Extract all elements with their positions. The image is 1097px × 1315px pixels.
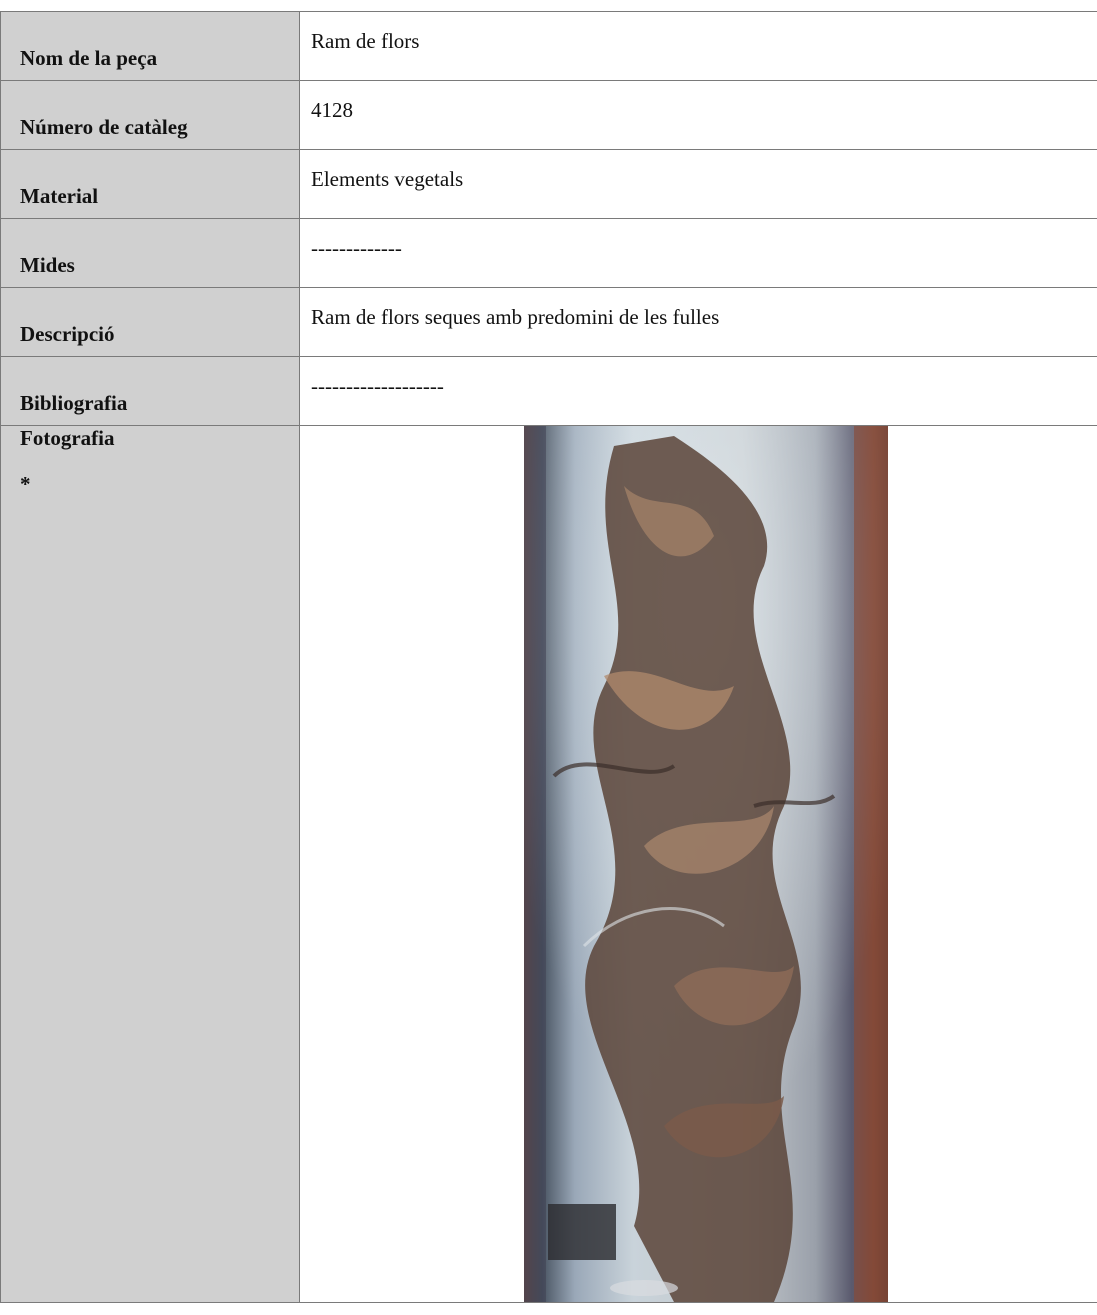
row-material: Material Elements vegetals — [0, 149, 1097, 219]
label-cell: Número de catàleg — [0, 80, 300, 150]
photo-container — [300, 426, 1097, 1302]
row-value: Elements vegetals — [311, 167, 464, 191]
row-name: Nom de la peça Ram de flors — [0, 11, 1097, 81]
value-cell: Ram de flors seques amb predomini de les… — [299, 287, 1097, 357]
row-value: Ram de flors seques amb predomini de les… — [311, 305, 720, 329]
row-value: ------------- — [311, 236, 402, 260]
photo-asterisk: * — [20, 472, 31, 496]
label-cell: Descripció — [0, 287, 300, 357]
value-cell: Elements vegetals — [299, 149, 1097, 219]
dried-flower-bouquet-photo — [524, 426, 888, 1302]
row-description: Descripció Ram de flors seques amb predo… — [0, 287, 1097, 357]
bouquet-illustration-icon — [524, 426, 888, 1302]
row-label: Descripció — [20, 322, 115, 346]
row-value: Ram de flors — [311, 29, 420, 53]
row-value: 4128 — [311, 98, 353, 122]
label-cell: Nom de la peça — [0, 11, 300, 81]
value-cell: ------------- — [299, 218, 1097, 288]
row-catalog-number: Número de catàleg 4128 — [0, 80, 1097, 150]
value-cell: Ram de flors — [299, 11, 1097, 81]
value-cell: 4128 — [299, 80, 1097, 150]
photo-cell — [299, 425, 1097, 1303]
row-value: ------------------- — [311, 374, 444, 398]
label-cell: Fotografia * — [0, 425, 300, 1303]
row-label: Material — [20, 184, 99, 208]
row-label: Mides — [20, 253, 75, 277]
row-bibliography: Bibliografia ------------------- — [0, 356, 1097, 426]
row-label: Número de catàleg — [20, 115, 188, 139]
value-cell: ------------------- — [299, 356, 1097, 426]
row-photo: Fotografia * — [0, 425, 1097, 1303]
label-cell: Material — [0, 149, 300, 219]
photo-label: Fotografia — [20, 426, 115, 450]
catalog-record-table: Nom de la peça Ram de flors Número de ca… — [0, 11, 1097, 1303]
row-label: Nom de la peça — [20, 46, 158, 70]
row-label: Bibliografia — [20, 391, 128, 415]
label-cell: Mides — [0, 218, 300, 288]
row-sizes: Mides ------------- — [0, 218, 1097, 288]
label-cell: Bibliografia — [0, 356, 300, 426]
